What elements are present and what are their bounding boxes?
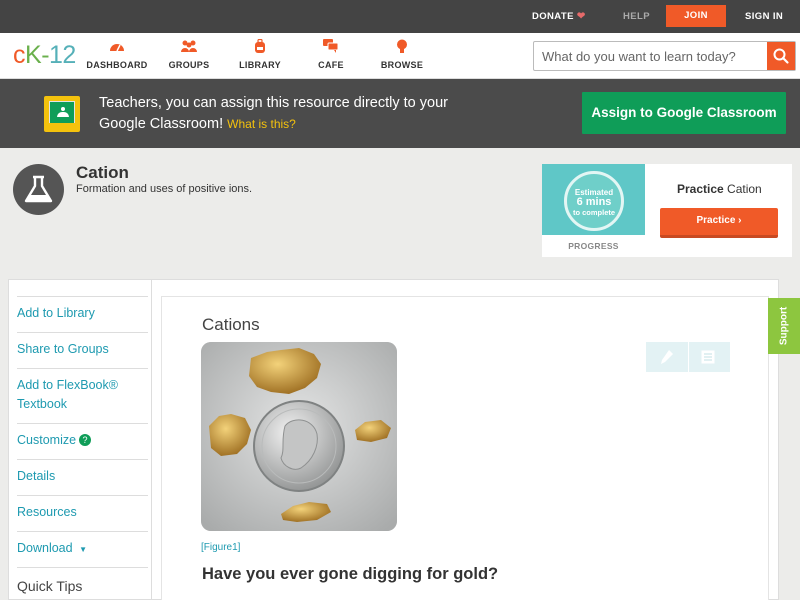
logo-k: K	[25, 41, 42, 69]
sidebar-item-add-to-library[interactable]: Add to Library	[17, 296, 148, 332]
backpack-icon	[225, 38, 295, 57]
nav-library-label: LIBRARY	[239, 60, 281, 70]
nav-groups[interactable]: GROUPS	[154, 39, 224, 70]
help-question-icon[interactable]: ?	[79, 434, 92, 446]
speedometer-icon	[82, 39, 152, 57]
practice-button[interactable]: Practice ›	[660, 208, 778, 238]
logo-number: 12	[49, 41, 76, 69]
nav-cafe-label: CAFE	[318, 60, 344, 70]
nav-browse-label: BROWSE	[380, 60, 424, 70]
estimated-minutes: 6 mins	[576, 196, 612, 208]
search-button[interactable]	[767, 42, 795, 70]
chat-icon	[296, 39, 366, 57]
classroom-message: Teachers, you can assign this resource d…	[99, 93, 459, 135]
concept-title: Cation	[76, 163, 129, 182]
progress-graphic: Estimated 6 mins to complete	[542, 164, 645, 235]
nav-browse[interactable]: BROWSE	[367, 39, 437, 70]
estimated-suffix: to complete	[572, 208, 616, 217]
support-tab[interactable]: Support	[768, 298, 800, 354]
toolbar-divider	[688, 342, 689, 372]
sidebar-item-resources[interactable]: Resources	[17, 495, 148, 531]
progress-label: PROGRESS	[568, 241, 619, 251]
logo-dash: -	[41, 41, 50, 69]
practice-title-bold: Practice	[677, 182, 724, 196]
nav-cafe[interactable]: CAFE	[296, 39, 366, 70]
search-input[interactable]	[534, 42, 768, 70]
search-box	[533, 41, 796, 71]
practice-title-topic: Cation	[727, 182, 762, 196]
download-label: Download	[17, 541, 73, 555]
practice-card: Estimated 6 mins to complete PROGRESS Pr…	[542, 164, 792, 257]
lesson-question: Have you ever gone digging for gold?	[202, 565, 499, 583]
sidebar-item-add-to-flexbook[interactable]: Add to FlexBook® Textbook	[17, 368, 148, 423]
heart-icon: ❤	[576, 11, 586, 22]
nav-groups-label: GROUPS	[168, 60, 210, 70]
join-button[interactable]: JOIN	[666, 5, 726, 27]
estimated-time-badge: Estimated 6 mins to complete	[564, 171, 624, 231]
customize-label: Customize	[17, 433, 77, 447]
what-is-this-link[interactable]: What is this?	[227, 117, 296, 131]
sidebar-item-download[interactable]: Download ▼	[17, 531, 148, 567]
donate-link[interactable]: DONATE ❤	[532, 0, 586, 33]
ck12-logo[interactable]: cK-12	[13, 41, 76, 69]
figure-caption[interactable]: [Figure1]	[201, 542, 240, 553]
chemistry-flask-icon	[13, 164, 64, 215]
chevron-right-icon: ›	[738, 215, 742, 226]
support-label: Support	[778, 306, 790, 346]
sidebar-item-customize[interactable]: Customize?	[17, 423, 148, 459]
practice-title: Practice Cation	[677, 182, 762, 196]
sidebar: Add to Library Share to Groups Add to Fl…	[8, 279, 151, 600]
lightbulb-icon	[367, 39, 437, 57]
google-classroom-banner: Teachers, you can assign this resource d…	[0, 79, 800, 148]
sign-in-link[interactable]: SIGN IN	[745, 0, 783, 33]
nav-dashboard[interactable]: DASHBOARD	[82, 39, 152, 70]
google-classroom-icon	[44, 96, 80, 132]
annotation-toolbar	[646, 342, 730, 372]
caret-down-icon: ▼	[79, 545, 87, 554]
sidebar-menu: Add to Library Share to Groups Add to Fl…	[17, 296, 148, 600]
notes-icon[interactable]	[701, 350, 715, 369]
concept-subtitle: Formation and uses of positive ions.	[76, 183, 253, 195]
assign-to-google-classroom-button[interactable]: Assign to Google Classroom	[582, 92, 786, 134]
help-link[interactable]: HELP	[623, 0, 650, 33]
people-icon	[154, 39, 224, 57]
practice-button-label: Practice	[696, 215, 736, 226]
top-utility-bar: DONATE ❤ HELP JOIN SIGN IN	[0, 0, 800, 33]
sidebar-item-details[interactable]: Details	[17, 459, 148, 495]
section-title: Cations	[202, 315, 260, 334]
nav-library[interactable]: LIBRARY	[225, 38, 295, 70]
donate-label: DONATE	[532, 11, 574, 22]
sidebar-item-share-to-groups[interactable]: Share to Groups	[17, 332, 148, 368]
main-navigation: cK-12 DASHBOARD GROUPS LIBRARY CAFE BROW…	[0, 33, 800, 79]
gold-nuggets-image	[201, 342, 397, 531]
pencil-icon[interactable]	[660, 349, 674, 370]
logo-c: c	[13, 41, 26, 69]
nav-dashboard-label: DASHBOARD	[86, 60, 148, 70]
sidebar-item-quick-tips[interactable]: Quick Tips	[17, 567, 148, 600]
search-icon	[773, 48, 789, 64]
